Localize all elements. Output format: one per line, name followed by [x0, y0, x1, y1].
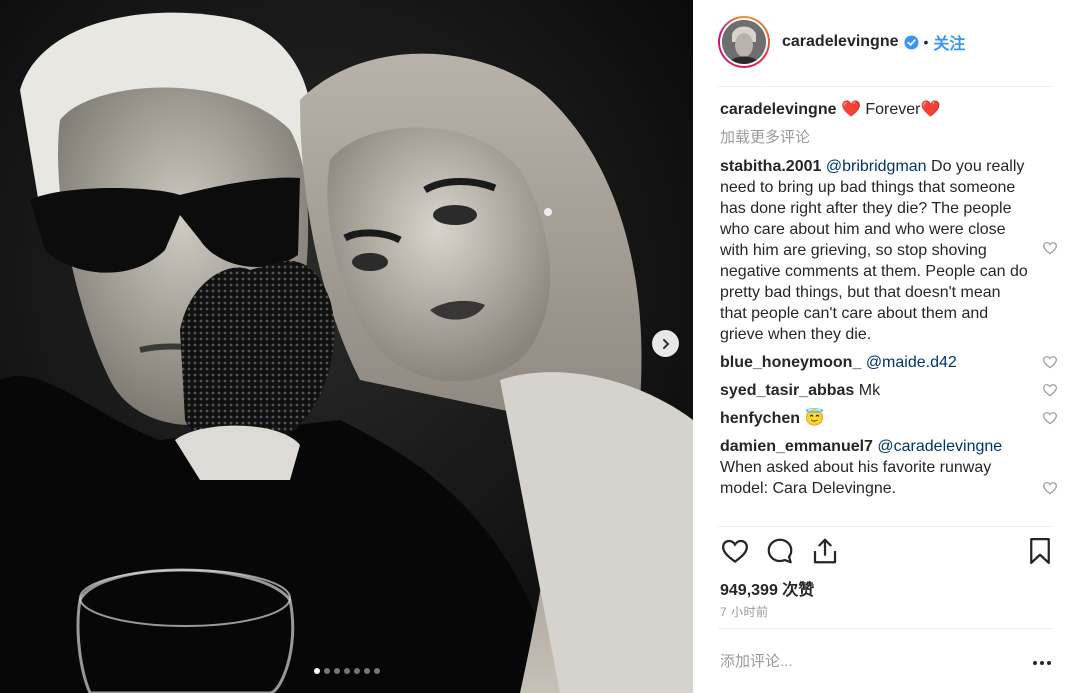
verified-icon — [903, 34, 919, 50]
carousel-dot — [363, 668, 370, 674]
bookmark-icon[interactable] — [1025, 536, 1055, 566]
carousel-indicator — [0, 668, 693, 674]
comment-username[interactable]: stabitha.2001 — [720, 158, 821, 175]
comment-item: syed_tasir_abbas Mk — [720, 380, 1057, 401]
comment-item: henfychen 😇 — [720, 408, 1057, 429]
heart-emoji: ❤️ — [840, 101, 861, 118]
comments-list: caradelevingne ❤️ Forever❤️ 加载更多评论 stabi… — [720, 99, 1057, 499]
heart-icon[interactable] — [1042, 240, 1058, 256]
comment-item: damien_emmanuel7 @caradelevingne When as… — [720, 436, 1057, 499]
caption-text: Forever — [865, 101, 921, 118]
heart-emoji: ❤️ — [920, 101, 941, 118]
comment-item: stabitha.2001 @bribridgman Do you really… — [720, 156, 1057, 345]
comment-username[interactable]: syed_tasir_abbas — [720, 382, 854, 399]
avatar — [722, 20, 766, 64]
post-header: caradelevingne • 关注 — [718, 12, 1053, 72]
like-heart-icon[interactable] — [720, 536, 750, 566]
comment-mention[interactable]: @caradelevingne — [877, 438, 1002, 455]
comment-icon[interactable] — [765, 536, 795, 566]
caption-username[interactable]: caradelevingne — [720, 101, 837, 118]
comment-text: 😇 — [804, 410, 825, 427]
comment-mention[interactable]: @bribridgman — [826, 158, 927, 175]
post-actions — [720, 536, 1055, 570]
carousel-dot — [323, 668, 330, 674]
comment-mention[interactable]: @maide.d42 — [866, 354, 957, 371]
add-comment-input[interactable]: 添加评论... — [720, 648, 1025, 676]
heart-icon[interactable] — [1042, 480, 1058, 496]
comments-divider — [718, 526, 1053, 527]
avatar-border — [720, 18, 768, 66]
carousel-dot — [343, 668, 350, 674]
likes-count[interactable]: 949,399 次赞 — [720, 576, 814, 600]
comment-text: Do you really need to bring up bad thing… — [720, 158, 1028, 343]
load-more-comments-button[interactable]: 加载更多评论 — [720, 127, 1050, 148]
post-photo-image — [0, 0, 693, 693]
carousel-dot — [353, 668, 360, 674]
heart-icon[interactable] — [1042, 354, 1058, 370]
comment-text: Mk — [858, 382, 881, 399]
follow-button[interactable]: 关注 — [933, 30, 965, 54]
post-sidebar: caradelevingne • 关注 caradelevingne ❤️ Fo… — [693, 0, 1080, 693]
comment-username[interactable]: henfychen — [720, 410, 800, 427]
post-timestamp[interactable]: 7 小时前 — [720, 603, 769, 620]
avatar-image — [722, 20, 766, 64]
chevron-right-icon — [662, 338, 669, 349]
heart-icon[interactable] — [1042, 410, 1058, 426]
caption: caradelevingne ❤️ Forever❤️ — [720, 99, 1050, 120]
carousel-dot — [333, 668, 340, 674]
header-divider — [718, 86, 1053, 87]
comment-username[interactable]: damien_emmanuel7 — [720, 438, 873, 455]
header-separator: • — [923, 34, 929, 50]
more-options-icon[interactable] — [1031, 653, 1053, 673]
carousel-next-button[interactable] — [652, 330, 679, 357]
comment-text: When asked about his favorite runway mod… — [720, 459, 992, 497]
footer-divider — [718, 628, 1053, 629]
comment-username[interactable]: blue_honeymoon_ — [720, 354, 861, 371]
share-icon[interactable] — [810, 536, 840, 566]
carousel-dot — [313, 668, 320, 674]
post-photo[interactable] — [0, 0, 693, 693]
carousel-dot — [373, 668, 380, 674]
avatar-story-ring[interactable] — [718, 16, 770, 68]
comment-item: blue_honeymoon_ @maide.d42 — [720, 352, 1057, 373]
heart-icon[interactable] — [1042, 382, 1058, 398]
author-username[interactable]: caradelevingne — [782, 33, 899, 51]
